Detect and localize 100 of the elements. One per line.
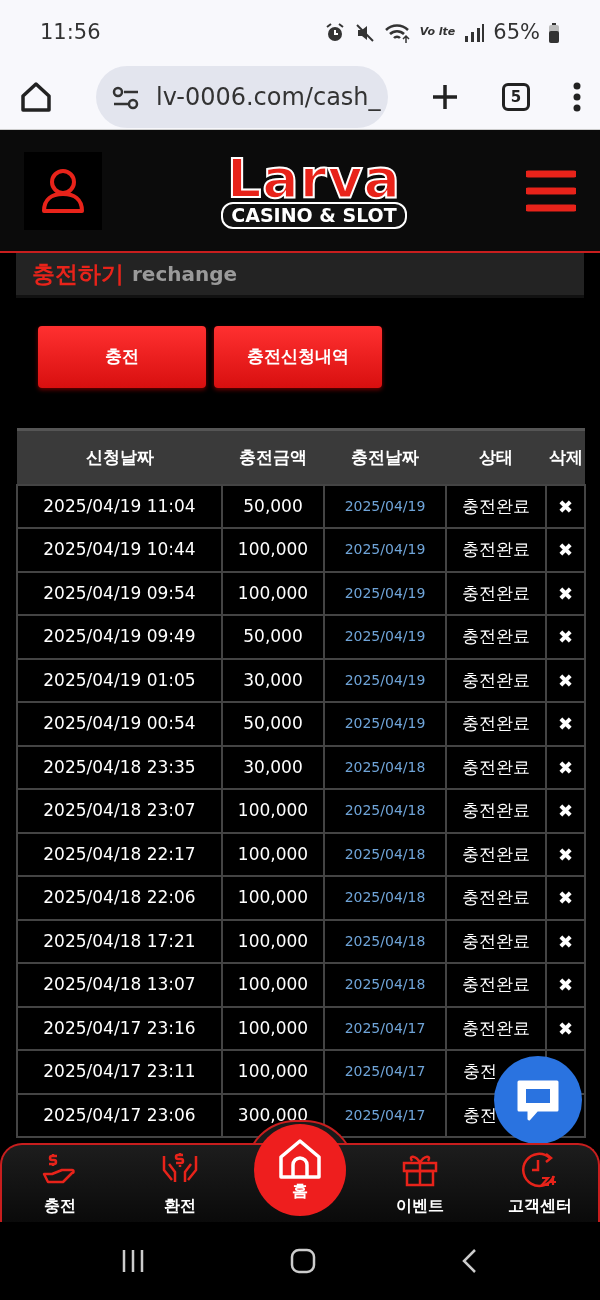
table-cell: 2025/04/18 23:35 [17,745,222,789]
nav-tab[interactable]: 충전 [10,1150,110,1218]
more-icon[interactable] [572,82,582,112]
delete-button[interactable]: ✖ [546,571,585,615]
column-header: 삭제 [546,429,585,485]
network-text: Vo lte [419,24,456,41]
table-cell: 100,000 [222,832,324,876]
table-cell: 2025/04/18 22:17 [17,832,222,876]
nav-tab[interactable]: 이벤트 [370,1150,470,1218]
delete-button[interactable]: ✖ [546,615,585,659]
site-settings-icon [112,86,140,110]
table-cell: 50,000 [222,484,324,528]
table-cell: 충전완료 [446,789,546,833]
delete-button[interactable]: ✖ [546,745,585,789]
column-header: 충전날짜 [324,429,446,485]
tab-count[interactable]: 5 [502,83,530,111]
table-cell: 충전완료 [446,484,546,528]
delete-button[interactable]: ✖ [546,702,585,746]
table-cell: 30,000 [222,658,324,702]
table-cell: 2025/04/19 [324,484,446,528]
battery-icon [548,21,560,44]
table-cell: 충전완료 [446,876,546,920]
table-cell: 100,000 [222,1006,324,1050]
account-button[interactable] [24,151,102,230]
table-cell: 100,000 [222,963,324,1007]
battery-text: 65% [493,18,540,46]
table-cell: 2025/04/19 00:54 [17,702,222,746]
table-cell: 충전완료 [446,1006,546,1050]
table-cell: 30,000 [222,745,324,789]
logo-subtitle: CASINO & SLOT [221,202,407,229]
delete-button[interactable]: ✖ [546,919,585,963]
home-button-icon[interactable] [289,1247,317,1275]
table-cell: 충전완료 [446,702,546,746]
table-cell: 2025/04/19 [324,528,446,572]
url-field[interactable]: lv-0006.com/cash_ [96,66,388,128]
section-subtitle: rechange [132,261,238,288]
delete-button[interactable]: ✖ [546,484,585,528]
column-header: 상태 [446,429,546,485]
history-button[interactable]: 충전신청내역 [214,326,382,388]
delete-button[interactable]: ✖ [546,1006,585,1050]
table-cell: 2025/04/19 [324,658,446,702]
delete-button[interactable]: ✖ [546,876,585,920]
table-cell: 100,000 [222,876,324,920]
column-header: 충전금액 [222,429,324,485]
mute-icon [353,21,376,44]
table-cell: 2025/04/18 17:21 [17,919,222,963]
table-cell: 2025/04/17 23:11 [17,1050,222,1094]
user-icon [41,167,85,214]
menu-icon[interactable] [526,168,576,213]
table-cell: 충전완료 [446,745,546,789]
table-cell: 100,000 [222,571,324,615]
chat-icon [515,1078,561,1122]
table-cell: 2025/04/19 09:49 [17,615,222,659]
table-cell: 100,000 [222,919,324,963]
nav-tab[interactable]: 고객센터 [490,1150,590,1218]
table-cell: 2025/04/17 23:06 [17,1093,222,1137]
delete-button[interactable]: ✖ [546,963,585,1007]
clock-text: 11:56 [40,18,101,46]
table-cell: 충전완료 [446,571,546,615]
table-cell: 50,000 [222,615,324,659]
nav-tab[interactable]: 환전 [130,1150,230,1218]
table-cell: 2025/04/19 [324,702,446,746]
table-cell: 2025/04/18 22:06 [17,876,222,920]
table-cell: 2025/04/18 [324,832,446,876]
home-icon [277,1137,323,1179]
table-cell: 2025/04/18 13:07 [17,963,222,1007]
plus-icon[interactable] [430,82,460,112]
delete-button[interactable]: ✖ [546,832,585,876]
table-cell: 2025/04/19 [324,571,446,615]
table-cell: 충전완료 [446,919,546,963]
table-cell: 50,000 [222,702,324,746]
delete-button[interactable]: ✖ [546,528,585,572]
section-title: 충전하기 [32,259,124,289]
table-cell: 2025/04/18 [324,745,446,789]
table-cell: 2025/04/18 [324,789,446,833]
table-cell: 충전완료 [446,832,546,876]
table-cell: 100,000 [222,1050,324,1094]
table-cell: 100,000 [222,789,324,833]
wifi-icon [383,21,412,44]
home-icon[interactable] [18,79,54,115]
table-cell: 2025/04/18 [324,876,446,920]
table-cell: 2025/04/17 [324,1050,446,1094]
delete-button[interactable]: ✖ [546,658,585,702]
table-cell: 2025/04/19 11:04 [17,484,222,528]
table-cell: 2025/04/18 [324,963,446,1007]
table-cell: 충전완료 [446,615,546,659]
table-cell: 2025/04/17 23:16 [17,1006,222,1050]
table-cell: 2025/04/18 [324,919,446,963]
column-header: 신청날짜 [17,429,222,485]
table-cell: 2025/04/17 [324,1093,446,1137]
table-cell: 2025/04/19 09:54 [17,571,222,615]
table-cell: 2025/04/17 [324,1006,446,1050]
table-cell: 충전완료 [446,528,546,572]
signal-icon [463,21,486,44]
table-cell: 2025/04/18 23:07 [17,789,222,833]
delete-button[interactable]: ✖ [546,789,585,833]
table-cell: 2025/04/19 10:44 [17,528,222,572]
recharge-button[interactable]: 충전 [38,326,206,388]
table-cell: 100,000 [222,528,324,572]
table-cell: 2025/04/19 01:05 [17,658,222,702]
